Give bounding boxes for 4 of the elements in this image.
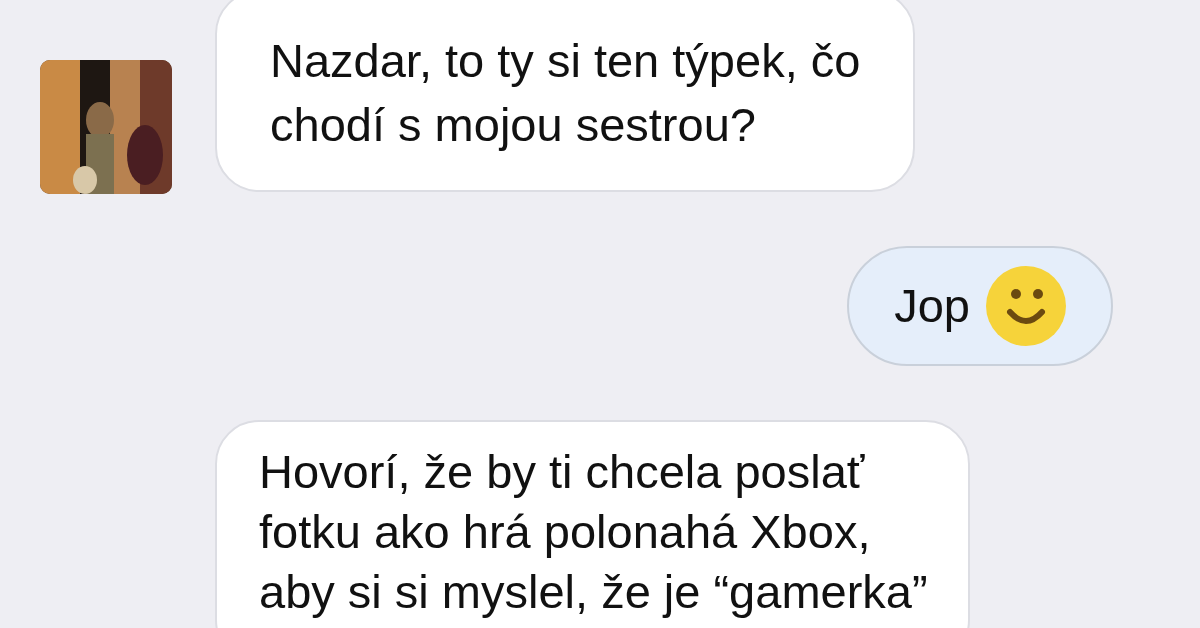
message-text: Jop (894, 278, 970, 334)
message-text: Nazdar, to ty si ten týpek, čo chodí s mojou sestrou? (270, 33, 861, 153)
message-text: Hovorí, že by ti chcela poslať fotku ako hrá polonahá Xbox, aby si si myslel, že je “gamerka” (259, 444, 928, 620)
smiley-icon (984, 264, 1068, 348)
